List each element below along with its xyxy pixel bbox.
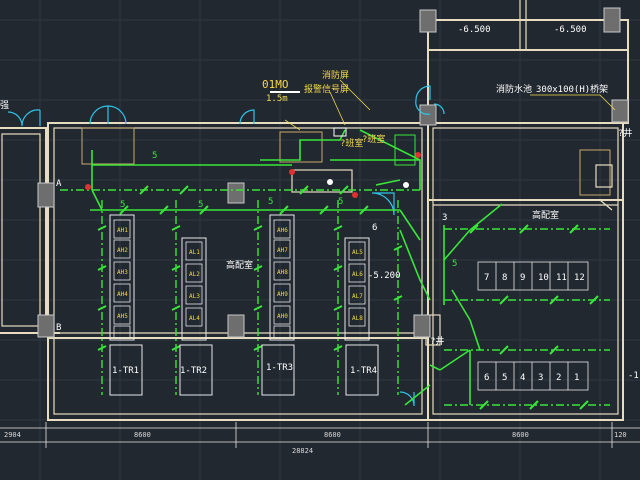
svg-text:AL1: AL1 — [189, 249, 200, 256]
circuit-number-6: 6 — [372, 223, 377, 233]
floor-plan-drawing: A B 强 -6.500 -6.500 -5.200 消防水池 300x100(… — [0, 0, 640, 480]
cabinet-number: 6 — [484, 373, 489, 383]
circuit-number-5e: 5 — [338, 197, 343, 207]
axis-label-b: B — [56, 323, 61, 333]
svg-text:AL4: AL4 — [189, 315, 200, 322]
circuit-number-5f: 5 — [452, 259, 457, 269]
transformer-label-4: 1-TR4 — [350, 366, 377, 376]
right-edge-label: -1 — [628, 371, 639, 381]
circuit-code-label: 01MO — [262, 78, 289, 91]
svg-text:AL3: AL3 — [189, 293, 200, 300]
svg-text:AL5: AL5 — [352, 249, 363, 256]
dimension-label-2: 8600 — [134, 431, 151, 439]
shaft-label-1: ?井 — [618, 127, 632, 139]
svg-text:AH3: AH3 — [117, 269, 128, 276]
svg-text:AH8: AH8 — [277, 269, 288, 276]
svg-text:AH2: AH2 — [117, 247, 128, 254]
cabinet-number: 8 — [502, 273, 507, 283]
height-label: 1.5m — [266, 94, 288, 104]
circuit-number-5c: 5 — [198, 200, 203, 210]
cabinet-number: 12 — [574, 273, 585, 283]
cabinet-number: 5 — [502, 373, 507, 383]
duty-room-label-2: ?班室 — [362, 133, 385, 145]
circuit-number-5a: 5 — [152, 151, 157, 161]
right-walls — [425, 0, 629, 421]
svg-text:AH6: AH6 — [277, 227, 288, 234]
duty-room-label-1: ?班室 — [340, 137, 363, 149]
distribution-points — [85, 91, 421, 198]
cabinet-number: 3 — [538, 373, 543, 383]
cabinet-number: 9 — [520, 273, 525, 283]
dimension-label-3: 8600 — [324, 431, 341, 439]
svg-text:AH9: AH9 — [277, 291, 288, 298]
svg-text:AL2: AL2 — [189, 271, 200, 278]
dimension-total: 28824 — [292, 447, 313, 455]
svg-text:AL8: AL8 — [352, 315, 363, 322]
elevation-label-1: -6.500 — [458, 25, 491, 35]
cable-tray-label: 300x100(H)桥架 — [536, 83, 608, 95]
dimension-label-5: 120 — [614, 431, 627, 439]
svg-text:AH5: AH5 — [117, 313, 128, 320]
svg-text:AH0: AH0 — [277, 313, 288, 320]
fire-pool-label: 消防水池 — [496, 83, 532, 95]
switchgear-unit-labels: AH1 AH2 AH3 AH4 AH5 AL1 AL2 AL3 AL4 AH6 AH7 A… — [117, 227, 363, 322]
background-grid — [0, 0, 640, 480]
transformer-label-1: 1-TR1 — [112, 366, 139, 376]
cabinet-number: 7 — [484, 273, 489, 283]
left-structure-walls — [0, 127, 60, 334]
shaft-label-2: ?井 — [430, 335, 444, 347]
doors — [89, 85, 445, 407]
svg-text:AL6: AL6 — [352, 271, 363, 278]
left-door — [7, 109, 41, 127]
structural-columns — [37, 7, 629, 338]
cabinet-number: 11 — [556, 273, 567, 283]
cabinet-number: 1 — [574, 373, 579, 383]
alarm-cabinet-label: 报警信号屏 — [304, 83, 349, 95]
left-edge-label: 强 — [0, 100, 9, 111]
dimension-label-1: 2904 — [4, 431, 21, 439]
circuit-number-5d: 5 — [268, 197, 273, 207]
svg-text:AH1: AH1 — [117, 227, 128, 234]
cabinet-number: 10 — [538, 273, 549, 283]
dimension-label-4: 8600 — [512, 431, 529, 439]
transformer-label-2: 1-TR2 — [180, 366, 207, 376]
substation-label-1: 高配室 — [226, 259, 253, 271]
cabinet-row-upper: 7 8 9 10 11 12 — [484, 273, 585, 283]
substation-label-2: 高配室 — [532, 209, 559, 221]
svg-text:AL7: AL7 — [352, 293, 363, 300]
circuit-number-5b: 5 — [120, 200, 125, 210]
dimension-lines — [0, 422, 640, 448]
svg-text:AH4: AH4 — [117, 291, 128, 298]
circuit-number-3: 3 — [442, 213, 447, 223]
right-cabinet-rows — [477, 261, 589, 391]
svg-text:AH7: AH7 — [277, 247, 288, 254]
cabinet-number: 2 — [556, 373, 561, 383]
elevation-label-2: -6.500 — [554, 25, 587, 35]
axis-label-a: A — [56, 179, 62, 189]
fire-cabinet-label: 消防屏 — [322, 69, 349, 81]
transformer-label-3: 1-TR3 — [266, 363, 293, 373]
elevation-label-3: -5.200 — [368, 271, 401, 281]
cabinet-number: 4 — [520, 373, 525, 383]
